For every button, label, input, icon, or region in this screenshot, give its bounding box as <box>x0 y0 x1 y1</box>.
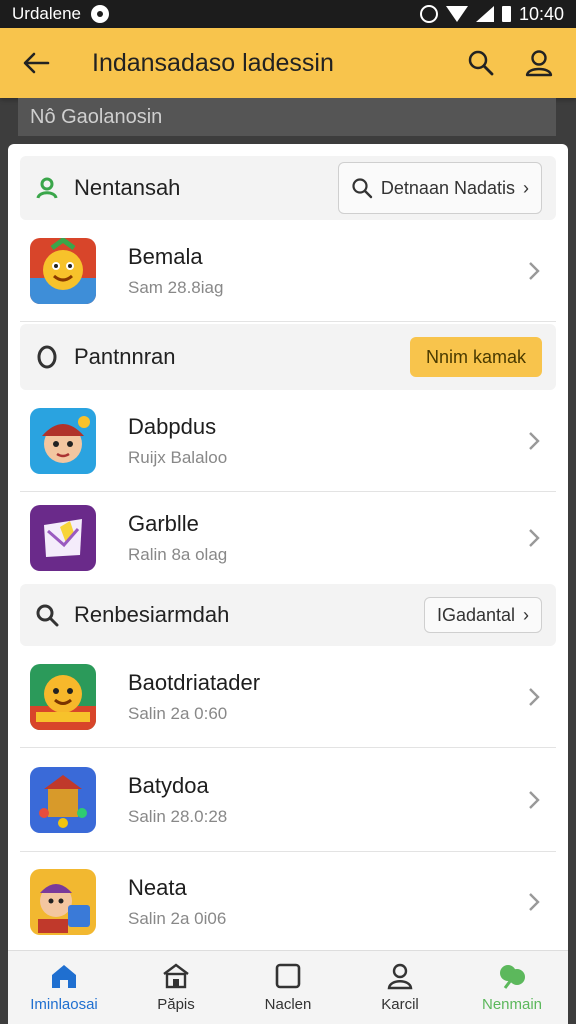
section-action-button[interactable]: IGadantal › <box>423 597 542 633</box>
search-strip[interactable]: Nô Gaolanosin <box>18 98 556 136</box>
app-icon <box>30 663 96 730</box>
chevron-right-icon: › <box>523 604 529 625</box>
chevron-right-icon <box>522 788 546 812</box>
building-icon <box>163 963 189 989</box>
status-bar: Urdalene 10:40 <box>0 0 576 28</box>
carrier-label: Urdalene <box>12 4 81 23</box>
chevron-right-icon <box>522 526 546 550</box>
section-header: Renbesiarmdah IGadantal › <box>20 584 556 646</box>
section-header: Nentansah Detnaan Nadatis › <box>20 156 556 220</box>
section-action-label: Detnaan Nadatis <box>380 177 515 198</box>
nav-item-naclen[interactable]: Naclen <box>232 951 344 1024</box>
nav-label: Păpis <box>157 996 195 1013</box>
signal-icon <box>475 6 494 22</box>
item-subtitle: Ruijx Balaloo <box>128 447 228 467</box>
item-title: Garblle <box>128 511 199 536</box>
item-subtitle: Sam 28.8iag <box>128 277 224 297</box>
section-title: Renbesiarmdah <box>74 602 230 627</box>
app-icon <box>30 237 96 304</box>
app-icon <box>30 766 96 833</box>
nav-label: Naclen <box>264 996 312 1013</box>
battery-icon <box>501 6 511 22</box>
item-title: Batydoa <box>128 772 209 798</box>
list-item[interactable]: Bemala Sam 28.8iag <box>20 220 556 322</box>
bottom-nav: Iminlaosai Păpis Naclen Karcil Nenmain <box>8 950 568 1024</box>
nav-item-home[interactable]: Iminlaosai <box>8 951 120 1024</box>
list-item[interactable]: Garblle Ralin 8a olag <box>20 492 556 584</box>
item-subtitle: Ralin 8a olag <box>128 545 228 564</box>
profile-button[interactable] <box>516 40 562 86</box>
nav-item-karcil[interactable]: Karcil <box>344 951 456 1024</box>
item-subtitle: Salin 2a 0i06 <box>128 909 227 928</box>
nav-item-papis[interactable]: Păpis <box>120 951 232 1024</box>
item-title: Bemala <box>128 243 203 269</box>
alarm-icon <box>419 5 438 23</box>
list-item[interactable]: Dabpdus Ruijx Balaloo <box>20 390 556 492</box>
back-arrow-icon <box>23 52 50 74</box>
page-title: Indansadaso ladessin <box>92 48 334 77</box>
app-bar: Indansadaso ladessin <box>0 28 576 98</box>
nav-label: Iminlaosai <box>30 996 98 1013</box>
user-icon <box>525 50 553 77</box>
section-action-label: IGadantal <box>436 604 515 625</box>
chevron-right-icon <box>522 259 546 283</box>
person-icon <box>34 175 60 201</box>
item-title: Dabpdus <box>128 413 217 439</box>
chevron-right-icon <box>522 890 546 914</box>
main-card: Nentansah Detnaan Nadatis › Bemala Sam 2… <box>8 144 568 1024</box>
search-icon <box>468 50 494 76</box>
circle-icon <box>34 344 60 370</box>
section-header: Pantnnran Nnim kamak <box>20 324 556 390</box>
list-item[interactable]: Batydoa Salin 28.0:28 <box>20 748 556 852</box>
list-item[interactable]: Baotdriatader Salin 2a 0:60 <box>20 646 556 748</box>
wifi-icon <box>445 6 468 22</box>
clock: 10:40 <box>518 3 564 24</box>
nav-label: Karcil <box>381 996 419 1013</box>
chevron-right-icon: › <box>523 177 529 198</box>
app-icon <box>30 407 96 474</box>
search-icon <box>352 178 373 199</box>
notification-dot-icon <box>91 5 109 23</box>
person-icon <box>387 963 413 990</box>
leaf-icon <box>500 965 525 989</box>
search-button[interactable] <box>458 40 504 86</box>
item-subtitle: Salin 28.0:28 <box>128 806 228 826</box>
home-icon <box>52 965 76 988</box>
section-title: Nentansah <box>74 175 181 200</box>
back-button[interactable] <box>14 41 58 85</box>
item-title: Baotdriatader <box>128 669 261 695</box>
section-action-button[interactable]: Nnim kamak <box>409 337 542 377</box>
chevron-right-icon <box>522 685 546 709</box>
chevron-right-icon <box>522 429 546 453</box>
item-title: Neata <box>128 875 187 900</box>
square-icon <box>275 963 301 989</box>
section-action-button[interactable]: Detnaan Nadatis › <box>337 162 542 214</box>
item-subtitle: Salin 2a 0:60 <box>128 703 228 723</box>
app-icon <box>30 869 96 935</box>
nav-item-nenmain[interactable]: Nenmain <box>456 951 568 1024</box>
search-icon <box>34 602 60 628</box>
nav-label: Nenmain <box>481 996 543 1013</box>
section-title: Pantnnran <box>74 344 176 369</box>
app-icon <box>30 505 96 571</box>
list-item[interactable]: Neata Salin 2a 0i06 <box>20 852 556 952</box>
